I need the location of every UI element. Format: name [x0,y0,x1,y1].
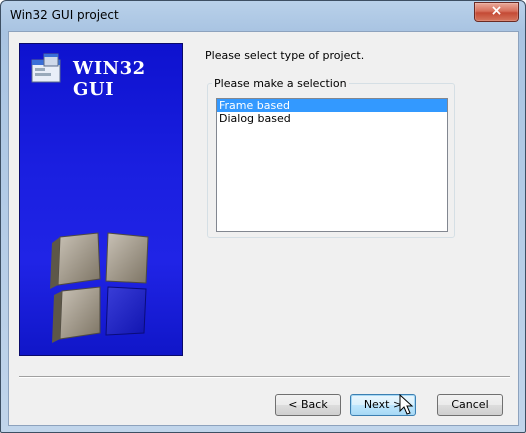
banner-title: WIN32 GUI [73,58,146,100]
app-window-icon [31,53,61,83]
mouse-cursor-icon [399,394,414,415]
cancel-button[interactable]: Cancel [437,394,503,416]
footer-divider [19,376,510,378]
window-title: Win32 GUI project [10,8,119,22]
wizard-window: Win32 GUI project × WIN32 GUI Please sel… [0,0,526,433]
back-button[interactable]: < Back [275,394,341,416]
project-type-list[interactable]: Frame based Dialog based [216,98,448,232]
wizard-banner: WIN32 GUI [19,43,183,356]
windows-blocks-logo [50,232,149,343]
selection-group-label: Please make a selection [212,77,349,90]
dialog-body: WIN32 GUI Please select type of project.… [8,31,519,426]
list-item-frame-based[interactable]: Frame based [217,99,447,112]
close-icon: × [490,3,503,19]
selection-prompt: Please select type of project. [205,49,365,62]
list-item-dialog-based[interactable]: Dialog based [217,112,447,125]
close-button[interactable]: × [474,2,519,22]
